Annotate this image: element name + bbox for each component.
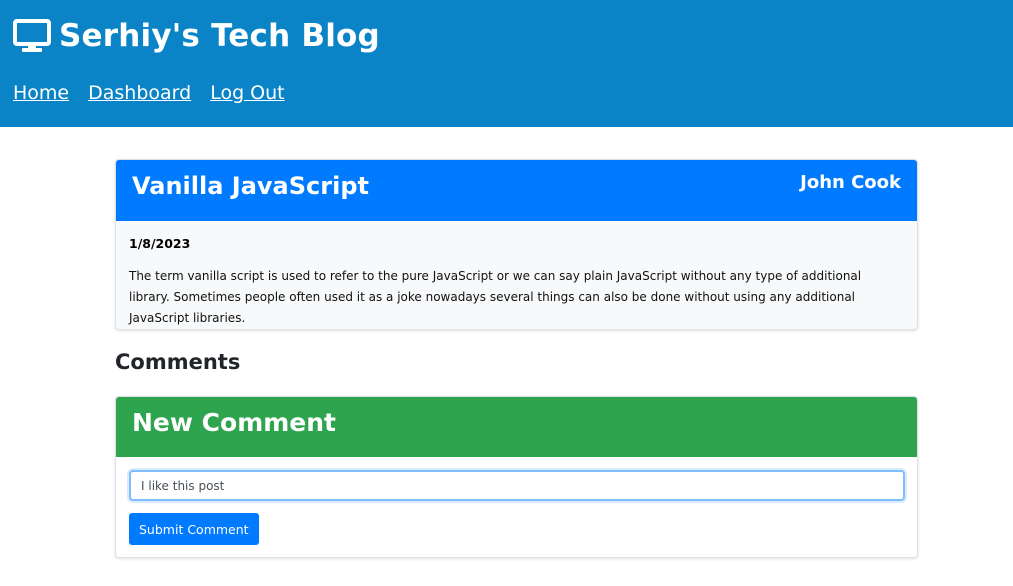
submit-comment-button[interactable]: Submit Comment: [129, 513, 259, 545]
post-card: Vanilla JavaScript John Cook 1/8/2023 Th…: [115, 159, 918, 330]
nav-logout-link[interactable]: Log Out: [210, 82, 284, 104]
site-title: Serhiy's Tech Blog: [59, 18, 380, 54]
post-header: Vanilla JavaScript John Cook: [116, 160, 917, 221]
post-body: 1/8/2023 The term vanilla script is used…: [129, 221, 905, 329]
nav-home-link[interactable]: Home: [13, 82, 69, 104]
main-nav: Home Dashboard Log Out: [13, 82, 285, 104]
comments-heading: Comments: [115, 350, 241, 374]
site-header: Serhiy's Tech Blog Home Dashboard Log Ou…: [0, 0, 1013, 127]
new-comment-header: New Comment: [116, 397, 917, 457]
new-comment-card: New Comment Submit Comment: [115, 396, 918, 558]
post-author: John Cook: [800, 172, 901, 193]
monitor-icon: [13, 19, 51, 53]
comment-input[interactable]: [129, 470, 905, 501]
post-title: Vanilla JavaScript: [132, 172, 369, 200]
brand: Serhiy's Tech Blog: [13, 14, 380, 58]
nav-dashboard-link[interactable]: Dashboard: [88, 82, 191, 104]
post-date: 1/8/2023: [129, 236, 191, 251]
new-comment-title: New Comment: [132, 408, 337, 437]
post-content: The term vanilla script is used to refer…: [129, 269, 862, 325]
